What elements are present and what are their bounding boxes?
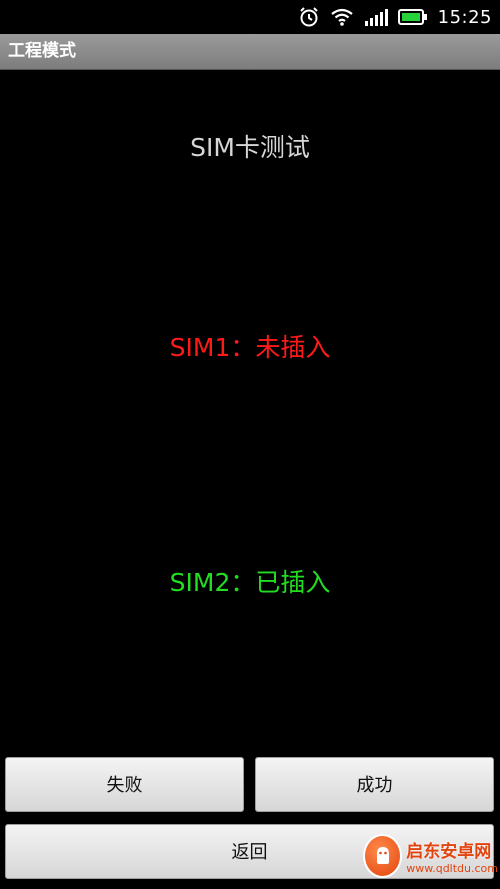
watermark: 启东安卓网 www.qdltdu.com bbox=[363, 825, 498, 887]
fail-button[interactable]: 失败 bbox=[5, 757, 244, 812]
sim1-status: SIM1：未插入 bbox=[169, 333, 331, 362]
page-heading: SIM卡测试 bbox=[190, 133, 310, 162]
status-icons: 15:25 bbox=[298, 0, 492, 34]
watermark-text: 启东安卓网 www.qdltdu.com bbox=[406, 837, 498, 875]
status-bar: 15:25 bbox=[0, 0, 500, 34]
sim2-status: SIM2：已插入 bbox=[169, 568, 331, 597]
success-button[interactable]: 成功 bbox=[255, 757, 494, 812]
title-bar: 工程模式 bbox=[0, 34, 500, 70]
signal-icon bbox=[364, 8, 388, 26]
watermark-logo-icon bbox=[363, 834, 403, 878]
status-time: 15:25 bbox=[437, 6, 492, 28]
alarm-icon bbox=[298, 6, 320, 28]
battery-icon bbox=[397, 8, 428, 26]
watermark-brand: 启东安卓网 bbox=[406, 842, 492, 862]
watermark-url: www.qdltdu.com bbox=[406, 862, 498, 875]
wifi-icon bbox=[330, 7, 354, 27]
app-title: 工程模式 bbox=[8, 41, 76, 61]
